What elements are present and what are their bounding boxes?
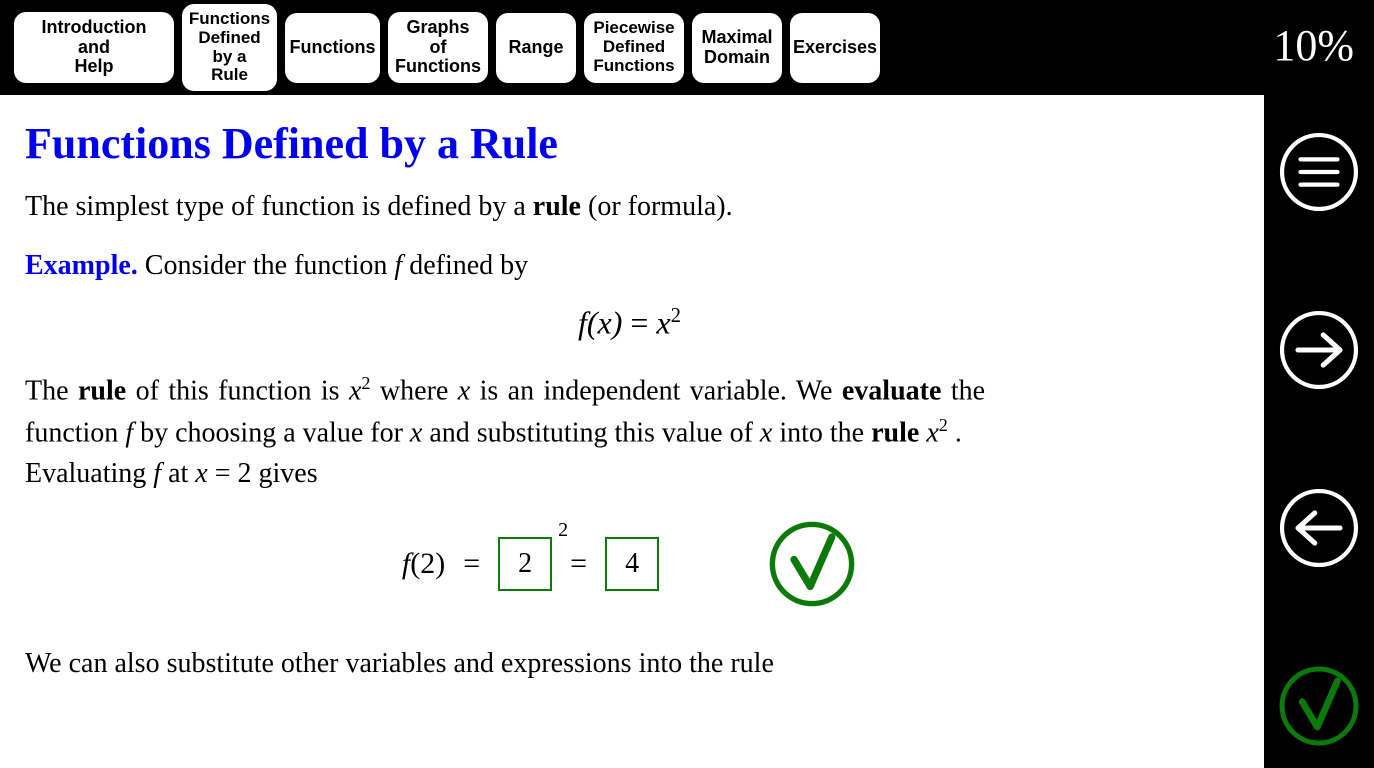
p2-jb: x	[926, 417, 938, 448]
p2c: where	[371, 375, 458, 406]
intro-bold-rule: rule	[533, 191, 581, 222]
eq-f: f	[578, 305, 587, 341]
p2-rule: rule	[78, 375, 126, 406]
example-line: Example. Consider the function f defined…	[25, 246, 985, 287]
content-area: Functions Defined by a Rule The simplest…	[0, 95, 1264, 768]
p2a: The	[25, 375, 78, 406]
p2-x2b: x	[349, 375, 361, 406]
top-nav-bar: Introduction and Help Functions Defined …	[0, 0, 1374, 95]
paragraph-continue: We can also substitute other variables a…	[25, 644, 985, 685]
intro-pre: The simplest type of function is defined…	[25, 191, 533, 222]
p2b: of this function is	[126, 375, 349, 406]
eq-equals: =	[622, 305, 656, 341]
p2-rule2: rule	[871, 417, 919, 448]
answer-row: f(2) = 2 2 = 4	[25, 519, 1234, 609]
equation-fx-x2: f(x) = x2	[25, 304, 1234, 342]
p2-x: x	[458, 375, 470, 406]
correct-check-icon	[767, 519, 857, 609]
answer-input-1[interactable]: 2	[498, 537, 552, 591]
submit-check-icon[interactable]	[1277, 664, 1361, 748]
paragraph-rule-explain: The rule of this function is x2 where x …	[25, 370, 985, 494]
ans-eq2: =	[570, 547, 587, 581]
example-def: defined by	[402, 250, 528, 281]
ans-eq1: =	[463, 547, 480, 581]
p2-xv3: x	[760, 417, 772, 448]
answer-input-2[interactable]: 4	[605, 537, 659, 591]
eq-x: x	[656, 305, 670, 341]
p2-x2e: 2	[361, 373, 370, 393]
p2h: and substituting this value of	[422, 417, 760, 448]
nav-tab-piecewise[interactable]: Piecewise Defined Functions	[584, 13, 684, 83]
nav-tab-maximal-domain[interactable]: Maximal Domain	[692, 13, 782, 83]
p2-xv2: x	[410, 417, 422, 448]
p2-eval: evaluate	[842, 375, 942, 406]
p2k: .	[948, 417, 962, 448]
ans-box1-wrap: 2 2	[498, 537, 552, 591]
nav-tab-range[interactable]: Range	[496, 13, 576, 83]
p3-f: f	[153, 458, 161, 489]
nav-tab-graphs[interactable]: Graphs of Functions	[388, 12, 488, 83]
p2i: into the	[772, 417, 871, 448]
ans-box1-exp: 2	[558, 519, 568, 542]
p2d: is an independent variable. We	[470, 375, 842, 406]
prev-arrow-icon[interactable]	[1277, 486, 1361, 570]
nav-tab-functions-rule[interactable]: Functions Defined by a Rule	[182, 4, 277, 91]
progress-percent: 10%	[1273, 20, 1354, 71]
example-label: Example.	[25, 250, 138, 281]
intro-paragraph: The simplest type of function is defined…	[25, 187, 985, 228]
menu-icon[interactable]	[1277, 130, 1361, 214]
page-title: Functions Defined by a Rule	[25, 118, 1234, 169]
nav-tab-functions[interactable]: Functions	[285, 13, 380, 83]
p2-je: 2	[939, 415, 948, 435]
p2-f: f	[125, 417, 133, 448]
next-arrow-icon[interactable]	[1277, 308, 1361, 392]
eq-paren-x: (x)	[587, 305, 623, 341]
p3-x: x	[195, 458, 207, 489]
intro-post: (or formula).	[581, 191, 733, 222]
right-sidebar	[1264, 95, 1374, 768]
p2g: by choosing a value for	[133, 417, 410, 448]
nav-tab-exercises[interactable]: Exercises	[790, 13, 880, 83]
p3a: Evaluating	[25, 458, 153, 489]
p3c: = 2 gives	[208, 458, 318, 489]
example-text: Consider the function	[138, 250, 395, 281]
ans-f: f(2)	[402, 547, 445, 581]
p3b: at	[161, 458, 195, 489]
nav-tab-intro-help[interactable]: Introduction and Help	[14, 12, 174, 83]
eq-exp2: 2	[671, 304, 681, 327]
